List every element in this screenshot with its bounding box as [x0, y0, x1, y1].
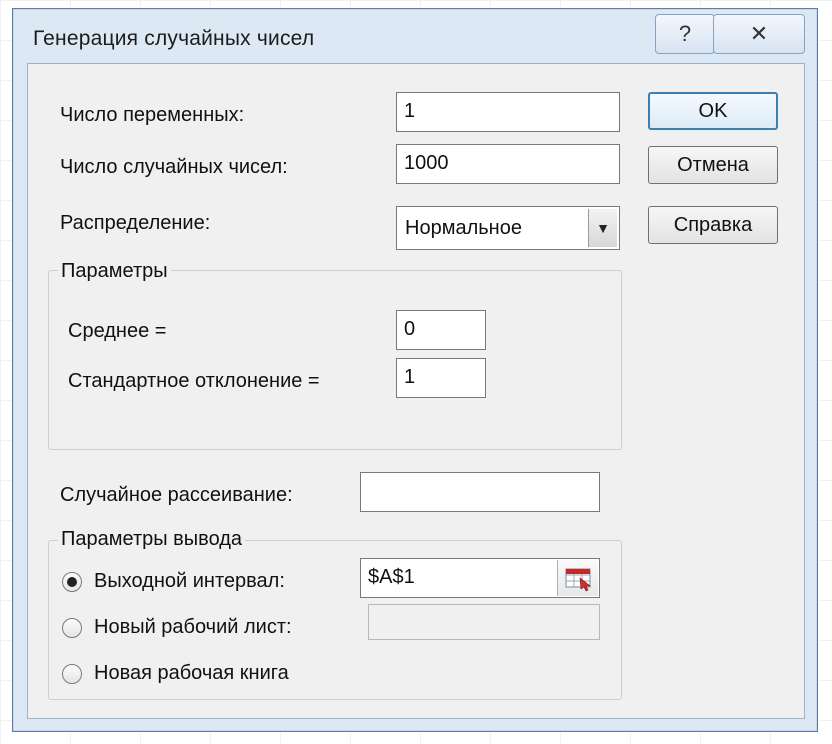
cancel-button[interactable]: Отмена: [648, 146, 778, 184]
num-variables-label: Число переменных:: [60, 104, 245, 126]
distribution-select[interactable]: Нормальное ▼: [396, 206, 620, 250]
new-worksheet-radio[interactable]: [62, 618, 82, 638]
chevron-down-icon[interactable]: ▼: [588, 209, 617, 247]
parameters-group: [48, 270, 622, 450]
output-range-value: $A$1: [368, 566, 415, 588]
mean-label: Среднее =: [68, 320, 167, 342]
output-range-radio[interactable]: [62, 572, 82, 592]
new-workbook-label: Новая рабочая книга: [94, 662, 289, 684]
output-range-label: Выходной интервал:: [94, 570, 285, 592]
new-workbook-radio[interactable]: [62, 664, 82, 684]
seed-label: Случайное рассеивание:: [60, 484, 293, 506]
title-bar[interactable]: Генерация случайных чисел ? ✕: [13, 9, 817, 63]
dialog-body: Число переменных: 1 Число случайных чисе…: [27, 63, 805, 719]
new-worksheet-label: Новый рабочий лист:: [94, 616, 292, 638]
ok-button[interactable]: OK: [648, 92, 778, 130]
output-range-input[interactable]: $A$1: [360, 558, 600, 598]
mean-input[interactable]: 0: [396, 310, 486, 350]
seed-input[interactable]: [360, 472, 600, 512]
output-options-group-title: Параметры вывода: [58, 528, 246, 551]
stddev-label: Стандартное отклонение =: [68, 370, 320, 392]
random-number-generation-dialog: Генерация случайных чисел ? ✕ Число пере…: [12, 8, 818, 732]
dialog-title: Генерация случайных чисел: [33, 27, 315, 50]
help-icon: ?: [678, 21, 692, 46]
num-variables-input[interactable]: 1: [396, 92, 620, 132]
num-random-label: Число случайных чисел:: [60, 156, 288, 178]
parameters-group-title: Параметры: [58, 260, 171, 283]
distribution-value: Нормальное: [405, 217, 522, 239]
stddev-input[interactable]: 1: [396, 358, 486, 398]
close-icon: ✕: [749, 21, 769, 46]
new-worksheet-input[interactable]: [368, 604, 600, 640]
range-select-icon[interactable]: [557, 560, 598, 596]
num-random-input[interactable]: 1000: [396, 144, 620, 184]
help-button[interactable]: Справка: [648, 206, 778, 244]
title-help-button[interactable]: ?: [655, 14, 715, 54]
title-close-button[interactable]: ✕: [713, 14, 805, 54]
distribution-label: Распределение:: [60, 212, 211, 234]
